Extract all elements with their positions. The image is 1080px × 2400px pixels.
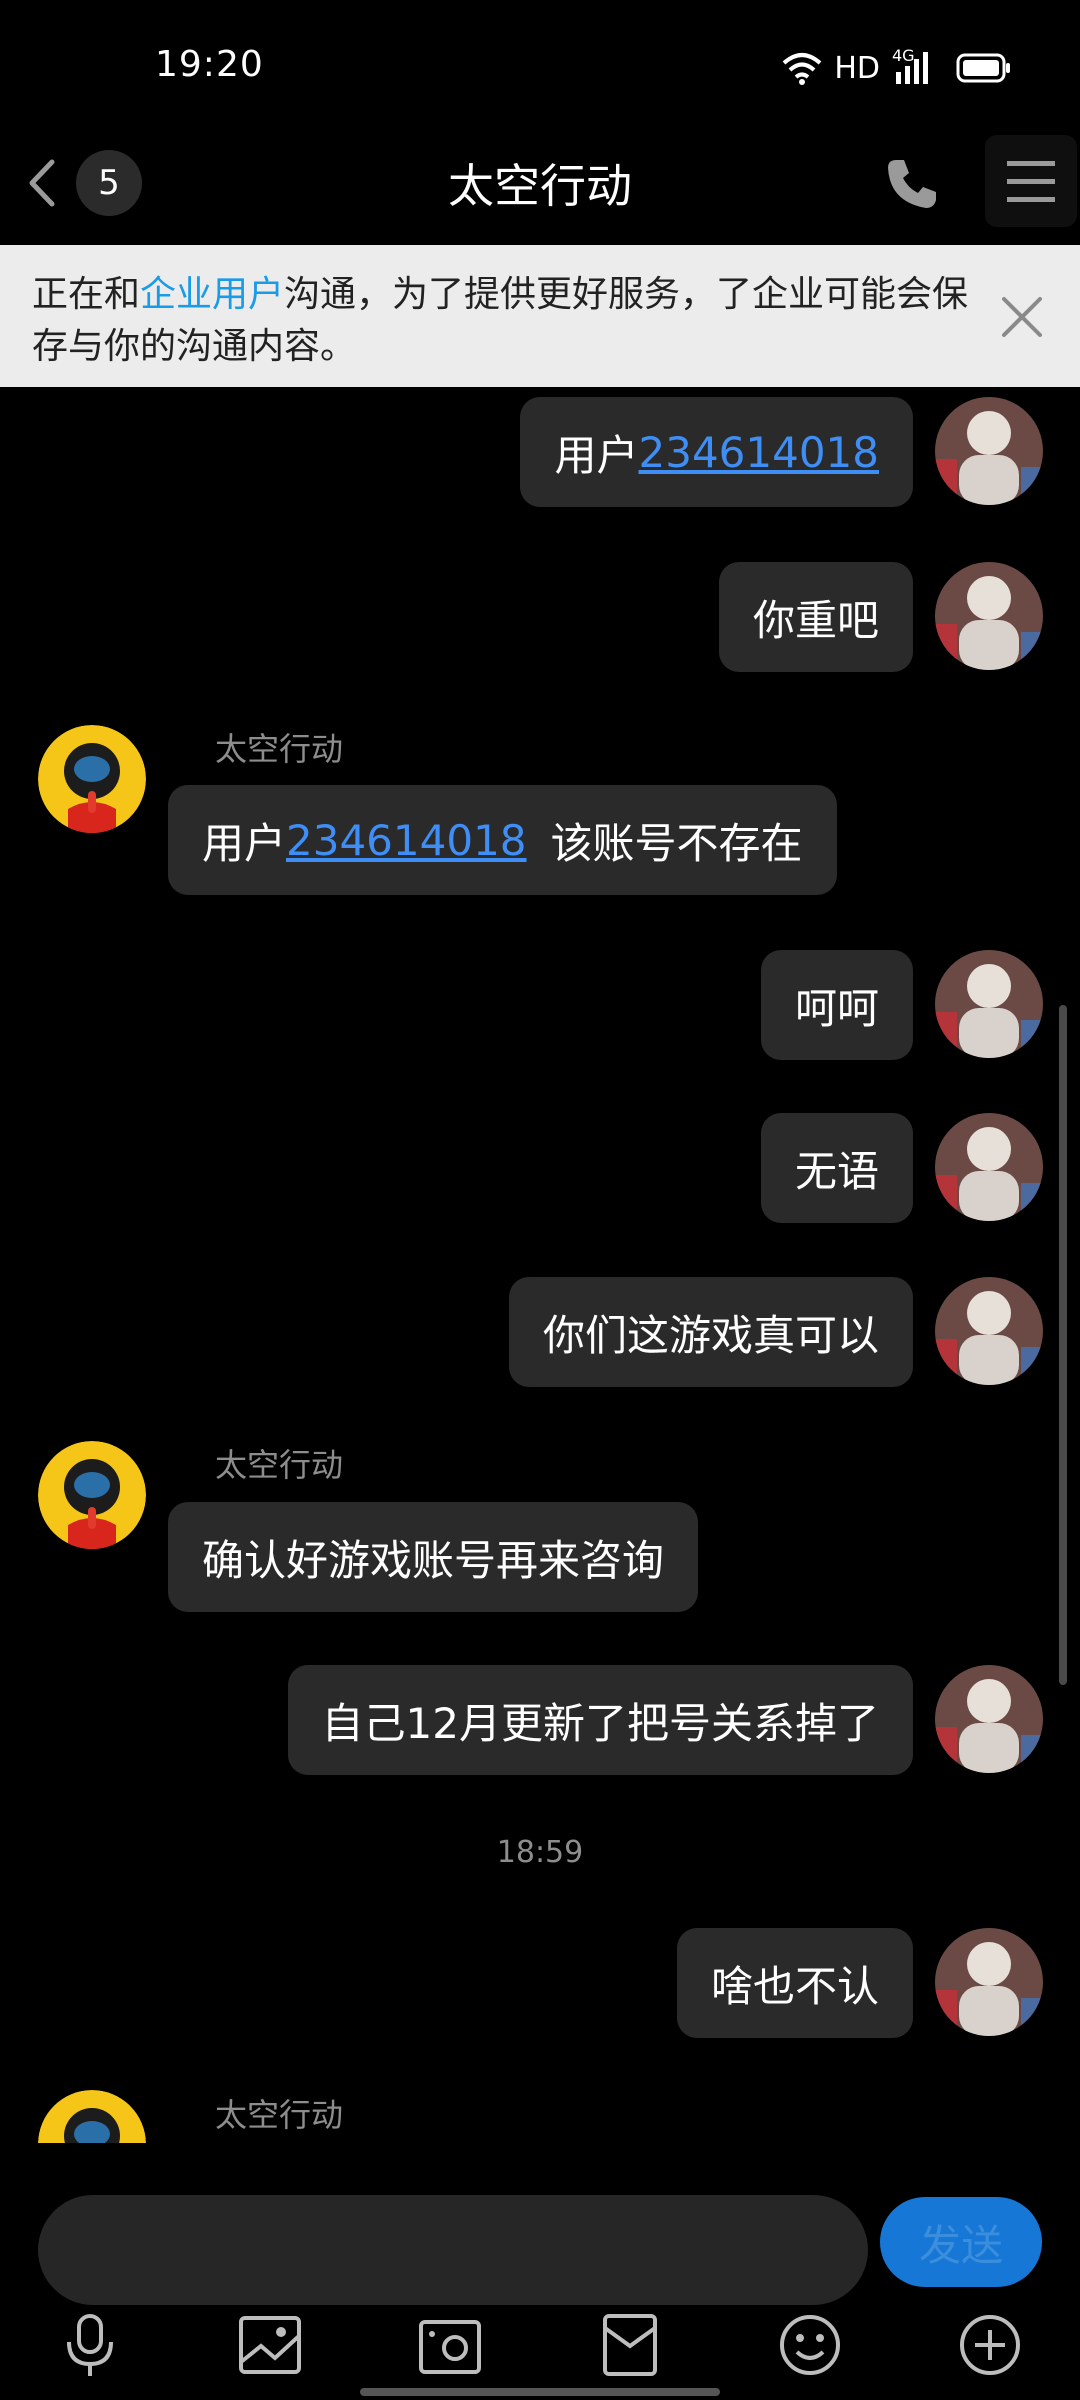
- sender-name: 太空行动: [215, 2096, 344, 2134]
- user-avatar-image: [935, 1665, 1043, 1773]
- menu-icon: [1007, 161, 1055, 202]
- bot-avatar-image: [38, 725, 146, 833]
- bot-avatar-image: [38, 2090, 146, 2143]
- message-bubble[interactable]: 呵呵: [760, 950, 913, 1060]
- user-id-link[interactable]: 234614018: [639, 428, 880, 477]
- close-icon[interactable]: [992, 287, 1052, 347]
- message-bubble[interactable]: 你们这游戏真可以: [508, 1277, 913, 1387]
- message-input[interactable]: [38, 2195, 868, 2305]
- status-icons: HD 4G: [782, 46, 1012, 88]
- cell-signal-icon: 4G: [892, 46, 932, 86]
- notice-enterprise-link[interactable]: 企业用户: [140, 274, 284, 315]
- message-text: 呵呵: [794, 983, 879, 1033]
- message-text: 用户: [202, 818, 287, 868]
- avatar[interactable]: [38, 2090, 146, 2143]
- message-bubble[interactable]: 用户 234614018: [520, 397, 913, 507]
- clipped-avatar-wrapper: [0, 2080, 200, 2143]
- send-button[interactable]: 发送: [880, 2197, 1042, 2287]
- user-avatar-image: [935, 397, 1043, 505]
- message-timestamp: 18:59: [496, 1835, 584, 1870]
- notice-prefix: 正在和: [32, 274, 141, 315]
- user-id-link[interactable]: 234614018: [286, 816, 527, 865]
- avatar[interactable]: [38, 1441, 146, 1549]
- camera-icon[interactable]: [415, 2310, 485, 2380]
- message-text: 用户: [554, 430, 639, 480]
- menu-button[interactable]: [985, 135, 1077, 227]
- sender-name: 太空行动: [215, 730, 344, 768]
- user-avatar-image: [935, 1928, 1043, 2036]
- red-packet-icon[interactable]: [595, 2310, 665, 2380]
- user-avatar-image: [935, 562, 1043, 670]
- message-bubble[interactable]: 确认好游戏账号再来咨询: [168, 1502, 699, 1612]
- message-text: 自己12月更新了把号关系掉了: [321, 1698, 879, 1748]
- input-toolbar: [0, 2310, 1080, 2380]
- message-text: 无语: [794, 1146, 879, 1196]
- avatar[interactable]: [935, 1113, 1043, 1221]
- avatar[interactable]: [935, 1665, 1043, 1773]
- avatar[interactable]: [935, 562, 1043, 670]
- sender-name: 太空行动: [215, 1446, 344, 1484]
- message-text: 你重吧: [752, 595, 879, 645]
- message-bubble[interactable]: 啥也不认: [676, 1928, 913, 2038]
- home-indicator[interactable]: [360, 2388, 720, 2396]
- message-text: 确认好游戏账号再来咨询: [202, 1535, 665, 1585]
- image-icon[interactable]: [235, 2310, 305, 2380]
- emoji-icon[interactable]: [775, 2310, 845, 2380]
- notice-text: 正在和企业用户沟通，为了提供更好服务，了企业可能会保存与你的沟通内容。: [32, 269, 992, 373]
- avatar[interactable]: [935, 950, 1043, 1058]
- avatar[interactable]: [935, 1277, 1043, 1385]
- scrollbar[interactable]: [1059, 1005, 1067, 1685]
- avatar[interactable]: [935, 397, 1043, 505]
- avatar[interactable]: [935, 1928, 1043, 2036]
- network-label: HD: [834, 50, 880, 86]
- chat-screen: 19:20 HD 4G 5 太空行动 正在和企业用户沟通，为了提供更好服务，了企…: [0, 0, 1080, 2400]
- message-text: 该账号不存在: [550, 818, 803, 868]
- chat-header: 5 太空行动: [0, 120, 1080, 245]
- message-text: 啥也不认: [710, 1961, 879, 2011]
- battery-icon: [956, 53, 1010, 83]
- message-bubble[interactable]: 无语: [760, 1113, 913, 1223]
- input-row: 发送: [0, 2180, 1080, 2305]
- status-bar: 19:20 HD 4G: [0, 0, 1080, 120]
- avatar[interactable]: [38, 725, 146, 833]
- message-bubble[interactable]: 你重吧: [718, 562, 913, 672]
- phone-icon[interactable]: [882, 154, 942, 214]
- message-text: 你们这游戏真可以: [542, 1310, 879, 1360]
- user-avatar-image: [935, 1113, 1043, 1221]
- bot-avatar-image: [38, 1441, 146, 1549]
- privacy-notice-banner: 正在和企业用户沟通，为了提供更好服务，了企业可能会保存与你的沟通内容。: [0, 245, 1080, 387]
- wifi-icon: [783, 53, 822, 85]
- status-time: 19:20: [155, 44, 264, 85]
- plus-icon[interactable]: [955, 2310, 1025, 2380]
- user-avatar-image: [935, 1277, 1043, 1385]
- message-bubble[interactable]: 用户 234614018 该账号不存在: [168, 785, 837, 895]
- message-bubble[interactable]: 自己12月更新了把号关系掉了: [287, 1665, 913, 1775]
- user-avatar-image: [935, 950, 1043, 1058]
- microphone-icon[interactable]: [55, 2310, 125, 2380]
